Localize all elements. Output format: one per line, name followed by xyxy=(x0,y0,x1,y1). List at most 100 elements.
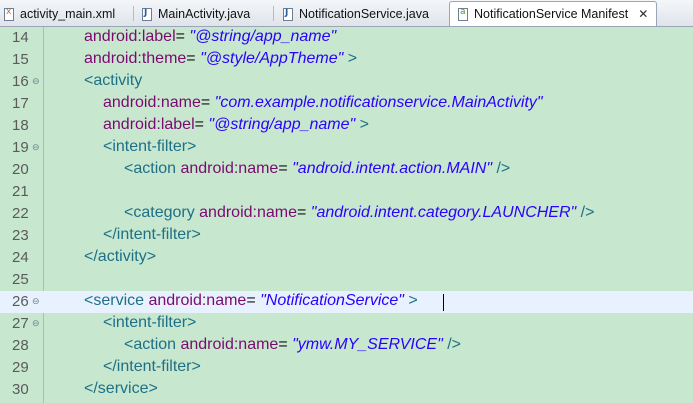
code-line[interactable]: 18 android:label= "@string/app_name" > xyxy=(0,115,693,137)
tab-label: NotificationService.java xyxy=(299,7,429,21)
tab-separator xyxy=(273,6,274,21)
code-line[interactable]: 29 </intent-filter> xyxy=(0,357,693,379)
line-number: 20 xyxy=(12,161,29,178)
xml-file-icon xyxy=(4,7,14,21)
code-token: "@string/app_name" xyxy=(208,116,356,133)
code-text: </intent-filter> xyxy=(103,226,201,244)
code-token: <activity xyxy=(84,72,143,89)
code-token: "com.example.notificationservice.MainAct… xyxy=(214,94,543,111)
code-line[interactable]: 16 ⊖ <activity xyxy=(0,71,693,93)
tab-label: activity_main.xml xyxy=(20,7,116,21)
line-number: 16 xyxy=(12,73,29,90)
tab-notificationservice-manifest[interactable]: NotificationService Manifest ✕ xyxy=(449,1,658,26)
line-number: 23 xyxy=(12,227,29,244)
code-token: "@style/AppTheme" xyxy=(200,50,344,67)
code-token: </activity> xyxy=(84,248,157,265)
code-text: <intent-filter> xyxy=(103,314,196,332)
fold-toggle-icon[interactable]: ⊖ xyxy=(32,297,40,307)
code-token: <intent-filter> xyxy=(103,138,197,155)
code-token: android:theme xyxy=(84,50,187,67)
tab-label: NotificationService Manifest xyxy=(474,7,629,21)
code-text: </activity> xyxy=(84,248,156,266)
code-line[interactable]: 28 <action android:name= "ymw.MY_SERVICE"… xyxy=(0,335,693,357)
code-token: <service xyxy=(84,292,149,309)
code-token: > xyxy=(355,116,370,133)
code-text: <action android:name= "android.intent.ac… xyxy=(124,160,510,178)
code-token: android:label xyxy=(103,116,195,133)
code-token: = xyxy=(200,94,215,111)
code-text: </service> xyxy=(84,380,158,398)
code-token: "NotificationService" xyxy=(260,292,404,309)
line-number: 22 xyxy=(12,205,29,222)
code-text: <intent-filter> xyxy=(103,138,196,156)
code-token: = xyxy=(175,28,190,45)
code-token: = xyxy=(186,50,201,67)
fold-toggle-icon[interactable]: ⊖ xyxy=(32,319,40,329)
line-number: 19 xyxy=(12,139,29,156)
code-text: <category android:name= "android.intent.… xyxy=(124,204,594,222)
code-token: "@string/app_name" xyxy=(189,28,337,45)
line-number: 27 xyxy=(12,315,29,332)
code-token: = xyxy=(194,116,209,133)
tab-notificationservice-java[interactable]: NotificationService.java xyxy=(283,2,429,26)
code-token: /> xyxy=(492,160,511,177)
code-line[interactable]: 22 <category android:name= "android.inten… xyxy=(0,203,693,225)
code-token: <intent-filter> xyxy=(103,314,197,331)
code-text: <action android:name= "ymw.MY_SERVICE" /… xyxy=(124,336,461,354)
line-number: 21 xyxy=(12,183,29,200)
code-token: "android.intent.action.MAIN" xyxy=(292,160,493,177)
code-token: </service> xyxy=(84,380,158,397)
tab-mainactivity-java[interactable]: MainActivity.java xyxy=(142,2,250,26)
java-file-icon xyxy=(283,7,293,21)
code-token: android:label xyxy=(84,28,176,45)
code-editor[interactable]: 14 android:label= "@string/app_name" 15 and… xyxy=(0,27,693,403)
code-token: </intent-filter> xyxy=(103,358,201,375)
line-number: 14 xyxy=(12,29,29,46)
text-caret xyxy=(443,294,444,311)
code-token: /> xyxy=(442,336,462,353)
code-text: </intent-filter> xyxy=(103,358,201,376)
code-line[interactable]: 21 xyxy=(0,181,693,203)
code-text: <service android:name= "NotificationServ… xyxy=(84,292,418,310)
code-token: android:name xyxy=(180,160,279,177)
manifest-file-icon xyxy=(458,7,468,21)
code-token: = xyxy=(278,336,293,353)
code-line[interactable]: 20 <action android:name= "android.intent.… xyxy=(0,159,693,181)
code-token: <action xyxy=(124,160,181,177)
code-token: > xyxy=(343,50,358,67)
code-token: <category xyxy=(124,204,200,221)
tab-activity-main-xml[interactable]: activity_main.xml xyxy=(4,2,115,26)
code-token: = xyxy=(246,292,261,309)
line-number: 28 xyxy=(12,337,29,354)
line-number: 24 xyxy=(12,249,29,266)
code-line[interactable]: 19 ⊖ <intent-filter> xyxy=(0,137,693,159)
code-token: android:name xyxy=(199,204,297,221)
code-line[interactable]: 17 android:name= "com.example.notificatio… xyxy=(0,93,693,115)
code-line[interactable]: 23 </intent-filter> xyxy=(0,225,693,247)
code-line[interactable]: 15 android:theme= "@style/AppTheme" > xyxy=(0,49,693,71)
code-line[interactable]: 27 ⊖ <intent-filter> xyxy=(0,313,693,335)
code-token: </intent-filter> xyxy=(103,226,201,243)
code-line[interactable]: 26 ⊖ <service android:name= "NotificationS… xyxy=(0,291,693,313)
code-token: <action xyxy=(124,336,181,353)
close-tab-icon[interactable]: ✕ xyxy=(638,7,648,21)
line-number: 17 xyxy=(12,95,29,112)
fold-toggle-icon[interactable]: ⊖ xyxy=(32,143,40,153)
java-file-icon xyxy=(142,7,152,21)
code-token: android:name xyxy=(180,336,279,353)
code-token: = xyxy=(278,160,293,177)
code-line[interactable]: 24 </activity> xyxy=(0,247,693,269)
line-number: 29 xyxy=(12,359,29,376)
fold-toggle-icon[interactable]: ⊖ xyxy=(32,77,40,87)
code-text: android:label= "@string/app_name" xyxy=(84,28,336,46)
code-text: <activity xyxy=(84,72,142,90)
code-line[interactable]: 14 android:label= "@string/app_name" xyxy=(0,27,693,49)
code-token: = xyxy=(297,204,311,221)
tab-separator xyxy=(133,6,134,21)
code-line[interactable]: 25 xyxy=(0,269,693,291)
editor-tab-bar: activity_main.xml MainActivity.java Noti… xyxy=(0,0,693,27)
code-line[interactable]: 30 </service> xyxy=(0,379,693,401)
line-number: 30 xyxy=(12,381,29,398)
line-number: 18 xyxy=(12,117,29,134)
line-number: 26 xyxy=(12,293,29,310)
